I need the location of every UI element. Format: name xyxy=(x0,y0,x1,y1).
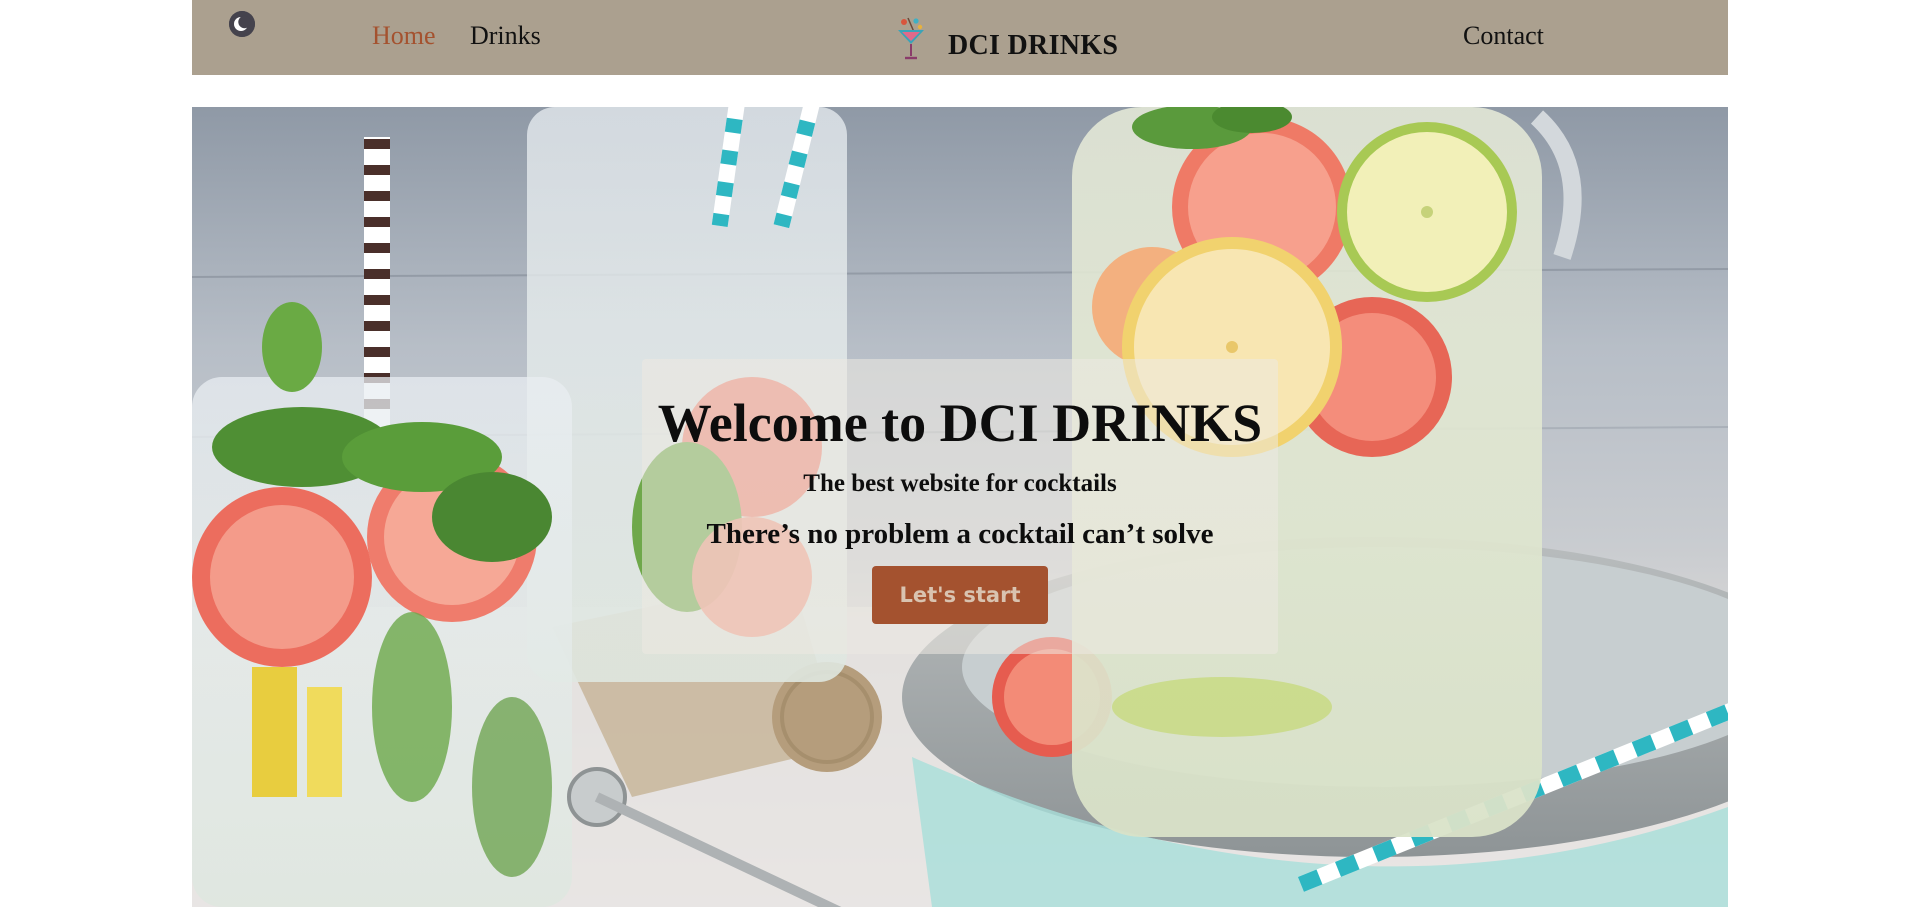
moon-icon xyxy=(229,11,255,37)
theme-toggle-button[interactable] xyxy=(229,11,255,37)
brand[interactable]: DCI DRINKS xyxy=(894,14,1118,64)
cocktail-glass-icon xyxy=(898,17,924,60)
top-navbar: Home Drinks DCI DRINKS Contact xyxy=(192,0,1728,75)
hero-subtitle: The best website for cocktails xyxy=(803,470,1117,497)
nav-link-drinks[interactable]: Drinks xyxy=(470,21,541,51)
hero-tagline: There’s no problem a cocktail can’t solv… xyxy=(706,518,1214,550)
hero-card: Welcome to DCI DRINKS The best website f… xyxy=(642,359,1278,654)
nav-link-contact[interactable]: Contact xyxy=(1463,21,1544,51)
page: Home Drinks DCI DRINKS Contact Welcome t… xyxy=(0,0,1920,919)
brand-name: DCI DRINKS xyxy=(948,30,1119,61)
hero-banner: Welcome to DCI DRINKS The best website f… xyxy=(192,107,1728,907)
lets-start-button[interactable]: Let's start xyxy=(872,566,1048,624)
nav-link-home[interactable]: Home xyxy=(372,21,436,51)
hero-title: Welcome to DCI DRINKS xyxy=(657,393,1263,453)
